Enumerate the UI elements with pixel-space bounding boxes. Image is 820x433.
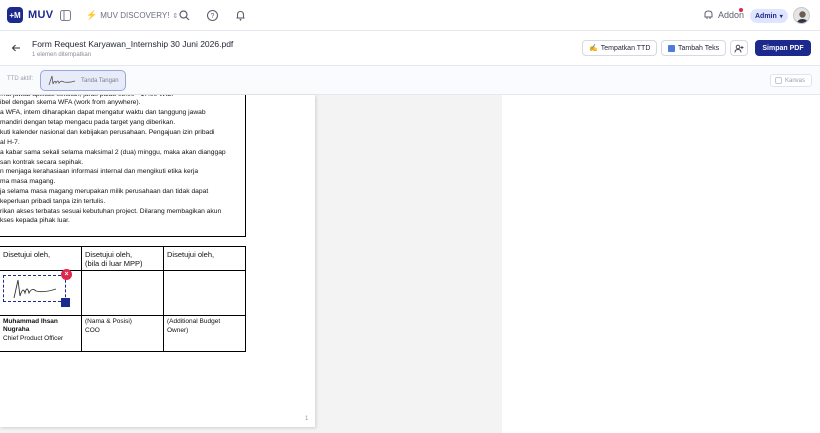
approver-2-footer-line2: COO (85, 327, 100, 334)
help-icon[interactable]: ? (206, 9, 219, 22)
role-label: Admin (755, 12, 777, 20)
text-icon (668, 44, 675, 52)
body-text-line: rikan akses terbatas sesuai kebutuhan pr… (0, 208, 222, 215)
approver-2-footer-line1: (Nama & Posisi) (85, 318, 132, 325)
body-text-line: ma masa magang. (0, 178, 56, 185)
signer-name-line1: Muhammad Ihsan (3, 318, 58, 325)
avatar[interactable] (793, 7, 810, 24)
body-text-line: ibel dengan skema WFA (work from anywher… (0, 99, 141, 106)
pdf-page[interactable] (0, 95, 315, 427)
approval-table-bottom (0, 351, 246, 352)
search-icon[interactable] (178, 9, 191, 22)
body-text-line: ja selama masa magang merupakan milik pe… (0, 188, 209, 195)
document-status: 1 elemen ditempatkan (32, 52, 92, 58)
notification-dot (739, 8, 743, 12)
body-text-line: kuti kalender nasional dan kebijakan per… (0, 129, 215, 136)
approver-1-header: Disetujui oleh, (3, 250, 51, 259)
body-text-line: a kabar sama sekali selama maksimal 2 (d… (0, 149, 226, 156)
pen-icon: ✍ (589, 45, 598, 52)
body-text-line: keperluan pribadi tanpa izin tertulis. (0, 198, 106, 205)
approver-3-header: Disetujui oleh, (167, 250, 215, 259)
signature-drawing-icon (13, 279, 57, 299)
bolt-icon: ⚡ (86, 10, 98, 20)
add-user-icon (734, 44, 744, 53)
content-box-right-border (245, 95, 246, 237)
signature-name: Tanda Tangan (81, 77, 119, 84)
body-text-line: mandiri dengan tetap mengacu pada target… (0, 119, 176, 126)
approval-table-row-divider (0, 270, 246, 271)
empty-viewer-area (502, 95, 820, 433)
add-signer-button[interactable] (730, 40, 748, 56)
document-toolbar: Form Request Karyawan_Internship 30 Juni… (0, 31, 820, 66)
save-pdf-button[interactable]: Simpan PDF (755, 40, 811, 56)
approval-table-col-divider (81, 246, 82, 352)
body-text-line: al H-7. (0, 139, 20, 146)
place-signature-button[interactable]: ✍ Tempatkan TTD (582, 40, 658, 56)
page-number: 1 (305, 416, 309, 422)
active-signature-label: TTD aktif: (7, 76, 34, 82)
chevron-down-icon: ▾ (779, 13, 783, 20)
canvas-toggle[interactable]: Kanvas (770, 74, 812, 87)
approver-3-footer-line1: (Additional Budget (167, 318, 221, 325)
document-title: Form Request Karyawan_Internship 30 Juni… (32, 39, 234, 49)
addon-icon (704, 10, 713, 19)
approver-3-footer-line2: Owner) (167, 327, 189, 334)
workspace-switcher[interactable]: ⚡ MUV DISCOVERY! ⇕ (86, 10, 178, 21)
app-name[interactable]: MUV (28, 9, 53, 21)
bell-icon[interactable] (234, 9, 247, 22)
approval-table-col-divider (163, 246, 164, 352)
signer-title: Chief Product Officer (3, 335, 64, 342)
signature-thumbnail-icon (48, 75, 76, 86)
place-signature-label: Tempatkan TTD (600, 44, 651, 52)
signature-bar: TTD aktif: Tanda Tangan Kanvas (0, 66, 820, 95)
user-avatar-icon (796, 11, 809, 23)
back-arrow-icon[interactable] (11, 43, 21, 53)
svg-text:?: ? (211, 13, 215, 20)
signer-name-line2: Nugraha (3, 326, 30, 333)
top-navigation-bar: +M MUV ⚡ MUV DISCOVERY! ⇕ ? Addon Admin … (0, 0, 820, 31)
body-text-line: n menjaga kerahasiaan informasi internal… (0, 168, 199, 175)
active-signature-chip[interactable]: Tanda Tangan (40, 70, 126, 91)
approval-table-right-border (245, 246, 246, 352)
add-text-label: Tambah Teks (678, 44, 720, 52)
addon-button[interactable]: Addon (703, 8, 744, 20)
sidebar-toggle-icon[interactable] (59, 9, 72, 22)
role-switcher[interactable]: Admin ▾ (750, 9, 788, 23)
approver-2-header: Disetujui oleh, (85, 250, 133, 259)
approver-2-subheader: (bila di luar MPP) (85, 259, 143, 268)
table-top-border-left (0, 236, 246, 237)
canvas-label: Kanvas (785, 77, 806, 84)
checkbox-icon (775, 77, 782, 84)
add-text-button[interactable]: Tambah Teks (661, 40, 727, 56)
approval-table-top (0, 246, 246, 247)
approval-table-row-divider (0, 315, 246, 316)
remove-signature-icon[interactable]: × (61, 269, 72, 280)
resize-handle[interactable] (61, 298, 70, 307)
body-text-line: a WFA, intern diharapkan dapat mengatur … (0, 109, 206, 116)
app-logo[interactable]: +M (7, 7, 23, 23)
workspace-label: MUV DISCOVERY! (100, 11, 170, 20)
body-text-line: san kontrak secara sepihak. (0, 159, 84, 166)
placed-signature[interactable] (3, 275, 66, 302)
body-text-line: kses kepada pihak luar. (0, 217, 70, 224)
